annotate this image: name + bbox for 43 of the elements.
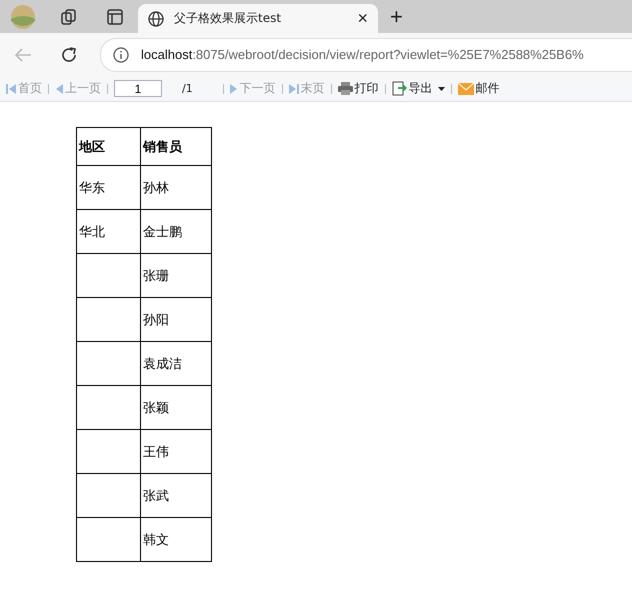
table-cell [76, 342, 140, 386]
table-cell: 孙阳 [140, 298, 212, 342]
tab-title: 父子格效果展示test [174, 10, 282, 27]
table-cell [76, 430, 140, 474]
export-icon [392, 81, 407, 96]
table-cell: 张武 [140, 474, 212, 518]
new-tab-button[interactable]: + [390, 4, 403, 30]
table-cell: 金士鹏 [140, 210, 212, 254]
column-header: 销售员 [140, 128, 212, 166]
table-cell: 张颖 [140, 386, 212, 430]
table-cell [76, 474, 140, 518]
browser-tab[interactable]: 父子格效果展示test × [138, 4, 378, 33]
table-cell [76, 518, 140, 562]
table-cell: 张珊 [140, 254, 212, 298]
globe-icon [148, 10, 164, 26]
url-text: localhost:8075/webroot/decision/view/report?viewlet=%25E7%2588%25B6% [141, 47, 584, 62]
column-header: 地区 [76, 128, 140, 166]
printer-icon [338, 82, 353, 95]
table-cell: 韩文 [140, 518, 212, 562]
toolbar-button[interactable]: 导出 [392, 80, 445, 97]
table-cell: 孙林 [140, 166, 212, 210]
page-total: /1 [182, 82, 193, 95]
table-cell [76, 298, 140, 342]
collections-icon[interactable] [61, 8, 77, 24]
previous-page-icon [55, 82, 63, 94]
envelope-icon [458, 82, 474, 94]
close-button[interactable]: × [357, 8, 368, 29]
table-cell: 袁成洁 [140, 342, 212, 386]
info-icon[interactable] [113, 46, 129, 62]
next-page-icon [230, 82, 238, 94]
table-cell [76, 386, 140, 430]
table-cell: 华北 [76, 210, 140, 254]
table-cell [76, 254, 140, 298]
table-cell: 王伟 [140, 430, 212, 474]
tab-actions-icon[interactable] [107, 8, 123, 24]
toolbar-button[interactable]: 打印 [338, 80, 379, 97]
refresh-icon[interactable] [60, 46, 78, 64]
first-page-icon [6, 82, 16, 94]
last-page-icon [288, 82, 299, 94]
page-number-field[interactable]: 1 [114, 80, 162, 97]
table-cell: 华东 [76, 166, 140, 210]
address-bar[interactable]: localhost:8075/webroot/decision/view/report?viewlet=%25E7%2588%25B6% [100, 38, 632, 72]
toolbar-button[interactable]: 邮件 [458, 80, 500, 97]
